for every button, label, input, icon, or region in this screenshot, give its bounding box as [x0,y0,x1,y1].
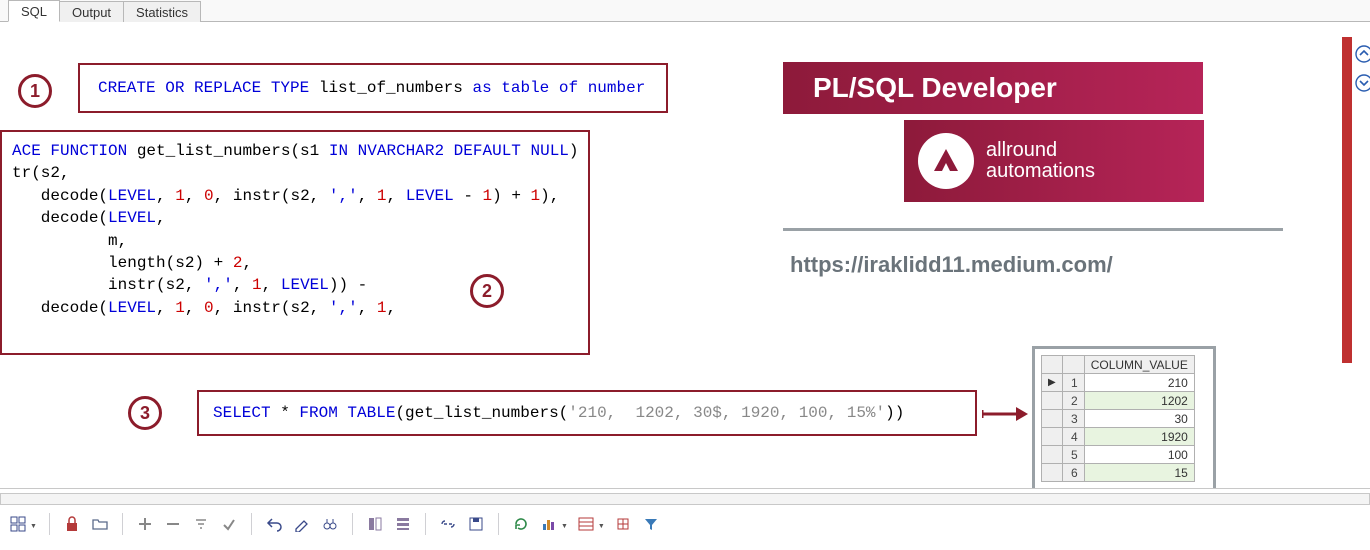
code-block-3[interactable]: SELECT * FROM TABLE(get_list_numbers('21… [197,390,977,436]
grid-corner[interactable] [1042,356,1063,374]
code-block-2[interactable]: ACE FUNCTION get_list_numbers(s1 IN NVAR… [0,130,590,355]
table-row: 21202 [1042,392,1195,410]
lock-icon[interactable] [60,512,84,536]
binoculars-icon[interactable] [318,512,342,536]
table-row: ▶1210 [1042,374,1195,392]
table-row: 330 [1042,410,1195,428]
filter-icon[interactable] [639,512,663,536]
chevron-down-icon[interactable]: ▼ [598,519,605,530]
divider [783,228,1283,231]
grid-col-rownum[interactable] [1062,356,1084,374]
table-list-icon[interactable] [574,512,598,536]
change-marker-bar [1342,37,1352,363]
arrow-icon [982,404,1028,427]
delete-row-icon[interactable] [161,512,185,536]
nav-up-icon[interactable] [1355,45,1370,63]
callout-2: 2 [470,274,504,308]
allround-logo-icon [918,133,974,189]
table-small-icon[interactable] [611,512,635,536]
tab-sql[interactable]: SQL [8,0,60,22]
callout-3: 3 [128,396,162,430]
refresh-icon[interactable] [509,512,533,536]
link-icon[interactable] [436,512,460,536]
sort-icon[interactable] [189,512,213,536]
edit-icon[interactable] [290,512,314,536]
result-grid[interactable]: COLUMN_VALUE ▶1210 21202 330 41920 5100 … [1032,346,1216,488]
code-block-1[interactable]: CREATE OR REPLACE TYPE list_of_numbers a… [78,63,668,113]
multi-record-icon[interactable] [391,512,415,536]
nav-down-icon[interactable] [1355,74,1370,92]
grid-options-icon[interactable] [6,512,30,536]
single-record-icon[interactable] [363,512,387,536]
folder-open-icon[interactable] [88,512,112,536]
tab-statistics[interactable]: Statistics [123,1,201,22]
save-icon[interactable] [464,512,488,536]
brand-plsql-developer: PL/SQL Developer [783,62,1203,114]
splitter[interactable] [0,488,1370,489]
callout-1: 1 [18,74,52,108]
table-row: 615 [1042,464,1195,482]
chart-icon[interactable] [537,512,561,536]
grid-col-header[interactable]: COLUMN_VALUE [1084,356,1194,374]
undo-icon[interactable] [262,512,286,536]
horizontal-scrollbar[interactable] [0,493,1370,505]
table-row: 5100 [1042,446,1195,464]
link-url: https://iraklidd11.medium.com/ [790,252,1113,278]
chevron-down-icon[interactable]: ▼ [561,519,568,530]
add-row-icon[interactable] [133,512,157,536]
post-changes-icon[interactable] [217,512,241,536]
tab-output[interactable]: Output [59,1,124,22]
bottom-toolbar: ▼ ▼ ▼ [6,512,663,536]
editor-area: 1 CREATE OR REPLACE TYPE list_of_numbers… [0,22,1370,488]
brand-allround-automations: allroundautomations [904,120,1204,202]
table-row: 41920 [1042,428,1195,446]
tab-bar: SQL Output Statistics [0,0,1370,22]
chevron-down-icon[interactable]: ▼ [30,519,37,530]
